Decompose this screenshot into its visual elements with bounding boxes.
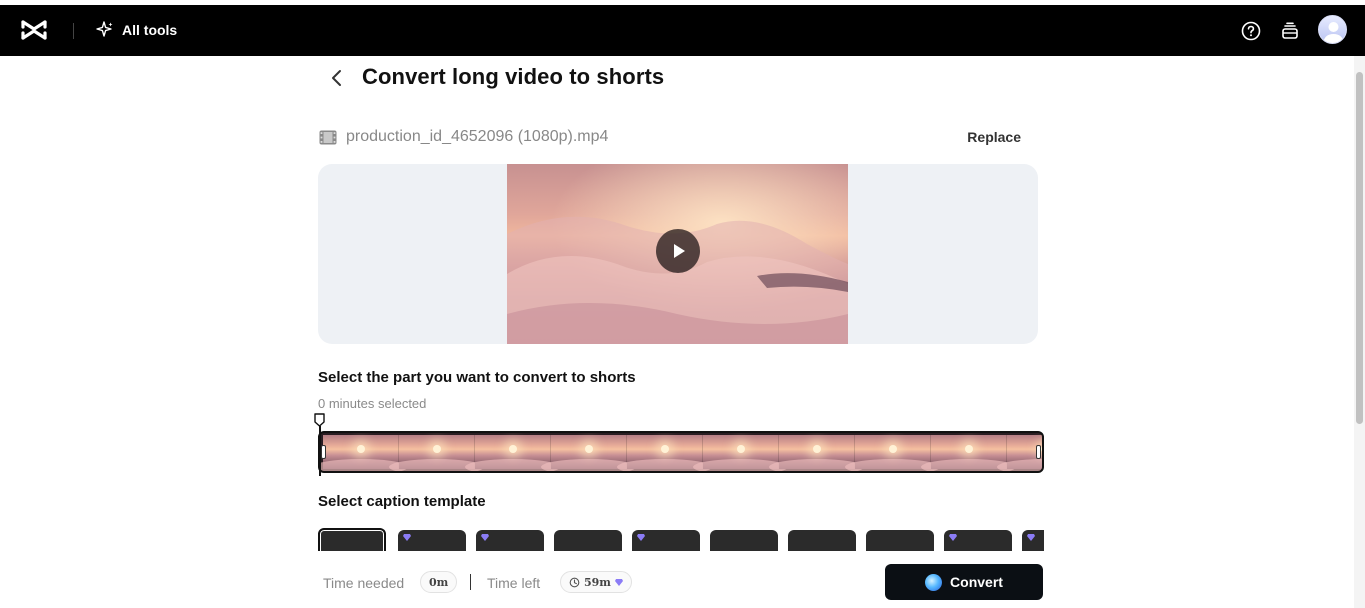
time-needed-badge: 0m — [420, 571, 457, 593]
timeline-strip[interactable] — [318, 431, 1044, 473]
time-left-badge[interactable]: 59m — [560, 571, 632, 593]
premium-gem-icon — [1027, 534, 1035, 541]
user-icon — [1319, 16, 1347, 44]
timeline-frame — [627, 435, 703, 469]
timeline-frame — [323, 435, 399, 469]
time-left-value: 59m — [584, 576, 611, 589]
premium-gem-icon — [637, 534, 645, 541]
timeline-frame — [779, 435, 855, 469]
selection-title: Select the part you want to convert to s… — [318, 369, 636, 386]
top-bar: All tools — [0, 5, 1365, 56]
premium-gem-icon — [481, 534, 489, 541]
timeline-frame — [399, 435, 475, 469]
caption-template-list — [318, 528, 1044, 551]
premium-gem-icon — [403, 534, 411, 541]
caption-template-7[interactable] — [788, 530, 856, 551]
convert-button[interactable]: Convert — [885, 564, 1043, 600]
file-name: production_id_4652096 (1080p).mp4 — [346, 128, 608, 146]
stack-icon[interactable] — [1279, 20, 1301, 42]
header-divider — [73, 23, 74, 39]
footer-divider — [470, 574, 471, 590]
file-row: production_id_4652096 (1080p).mp4 Replac… — [318, 128, 1038, 148]
timeline-frame — [855, 435, 931, 469]
timeline-frames — [323, 435, 1039, 469]
replace-button[interactable]: Replace — [967, 129, 1021, 145]
playhead-line — [319, 426, 321, 476]
footer-bar — [0, 551, 1354, 608]
film-icon — [319, 130, 337, 145]
timeline-frame — [551, 435, 627, 469]
premium-gem-icon — [949, 534, 957, 541]
chevron-left-icon[interactable] — [326, 66, 348, 90]
capcut-logo-icon[interactable] — [20, 18, 48, 42]
all-tools-label: All tools — [122, 22, 177, 38]
ai-orb-icon — [925, 574, 942, 591]
time-left-label: Time left — [487, 575, 540, 591]
clock-icon — [569, 577, 580, 588]
trim-handle-left[interactable] — [321, 445, 326, 459]
page-title: Convert long video to shorts — [362, 64, 664, 90]
timeline-frame — [703, 435, 779, 469]
video-player — [318, 164, 1038, 344]
play-icon — [656, 229, 700, 273]
caption-template-4[interactable] — [554, 530, 622, 551]
playhead-handle[interactable] — [314, 413, 325, 427]
trim-handle-right[interactable] — [1036, 445, 1041, 459]
help-icon[interactable] — [1240, 20, 1262, 42]
caption-template-8[interactable] — [866, 530, 934, 551]
caption-template-1[interactable] — [318, 528, 386, 551]
all-tools-button[interactable]: All tools — [95, 19, 177, 41]
caption-template-5[interactable] — [632, 530, 700, 551]
caption-template-3[interactable] — [476, 530, 544, 551]
avatar[interactable] — [1318, 15, 1347, 44]
play-button[interactable] — [656, 229, 700, 273]
timeline-frame — [475, 435, 551, 469]
convert-label: Convert — [950, 574, 1003, 590]
caption-template-title: Select caption template — [318, 493, 486, 510]
time-needed-value: 0m — [429, 576, 448, 589]
scrollbar-thumb[interactable] — [1356, 72, 1363, 424]
caption-template-10[interactable] — [1022, 530, 1044, 551]
caption-template-6[interactable] — [710, 530, 778, 551]
selection-status: 0 minutes selected — [318, 396, 426, 411]
timeline-frame — [931, 435, 1007, 469]
sparkle-icon — [95, 20, 115, 40]
caption-template-2[interactable] — [398, 530, 466, 551]
premium-gem-icon — [615, 579, 623, 586]
time-needed-label: Time needed — [323, 575, 404, 591]
caption-template-9[interactable] — [944, 530, 1012, 551]
